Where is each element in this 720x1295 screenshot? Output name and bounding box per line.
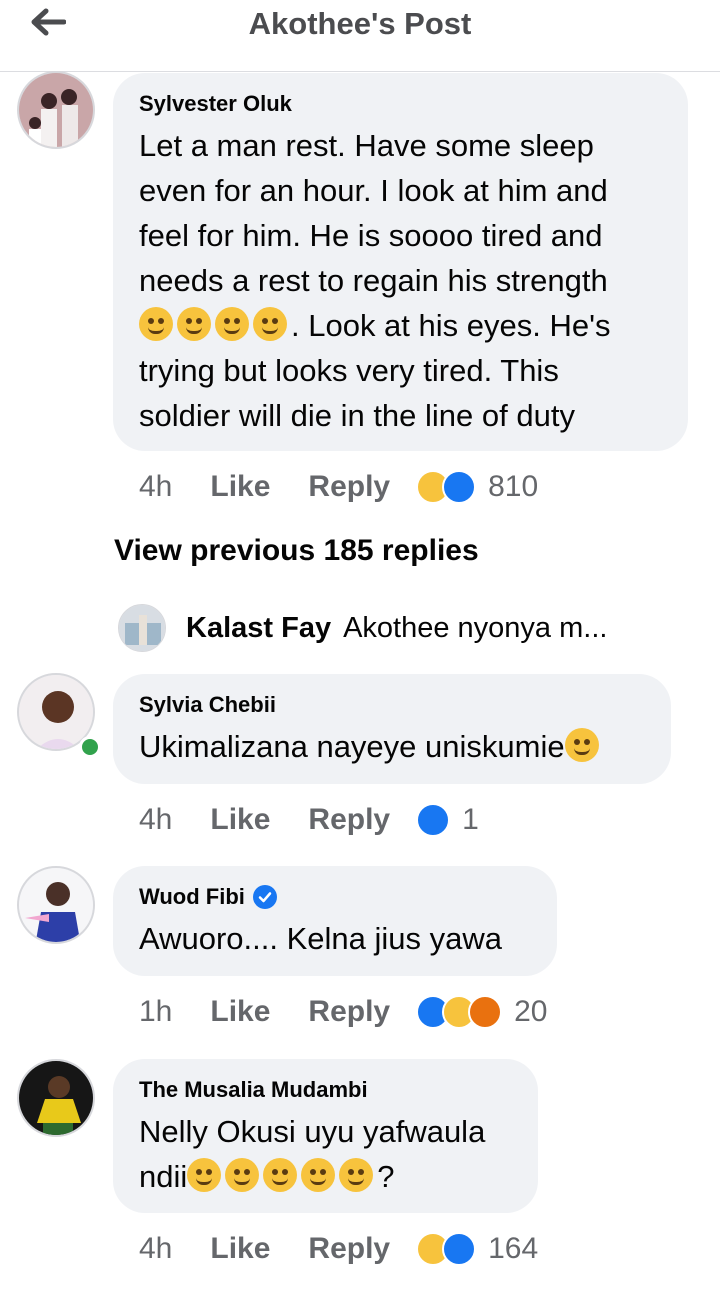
like-reaction-icon [442, 1232, 477, 1266]
comment-line-text: ? [377, 1159, 395, 1194]
reaction-summary[interactable]: 1 [416, 803, 479, 837]
comment-bubble: Wuod Fibi Awuoro.... Kelna jius yawa [113, 866, 557, 976]
comment-actions: 4h Like Reply 810 [139, 467, 538, 507]
comment-line-text: ndii [139, 1159, 188, 1194]
joy-emoji-icon [339, 1158, 374, 1192]
reaction-summary[interactable]: 810 [416, 470, 538, 504]
comment-text: Let a man rest. Have some sleep even for… [139, 123, 662, 438]
avatar[interactable] [17, 866, 95, 944]
like-reaction-icon [442, 470, 477, 504]
comment-bubble: Sylvester Oluk Let a man rest. Have some… [113, 73, 688, 451]
comment-line: trying but looks very tired. This [139, 353, 559, 388]
comment-author[interactable]: Sylvia Chebii [139, 692, 645, 718]
comment-text: Awuoro.... Kelna jius yawa [139, 921, 503, 956]
comment-bubble: The Musalia Mudambi Nelly Okusi uyu yafw… [113, 1059, 538, 1213]
page-title: Akothee's Post [248, 6, 472, 41]
avatar[interactable] [17, 1059, 95, 1137]
like-button[interactable]: Like [210, 803, 270, 837]
thinking-emoji-icon [187, 1158, 222, 1192]
comment-actions: 4h Like Reply 1 [139, 800, 479, 840]
avatar[interactable] [17, 71, 95, 149]
reaction-count: 164 [488, 1232, 539, 1265]
reply-author: Kalast Fay [186, 611, 332, 644]
reply-text: Akothee nyonya m... [343, 611, 608, 644]
comment-text: Ukimalizana nayeye uniskumie [139, 724, 645, 769]
reaction-summary[interactable]: 20 [416, 995, 547, 1029]
comment-line: needs a rest to regain his strength [139, 263, 608, 298]
comment-author[interactable]: The Musalia Mudambi [139, 1077, 512, 1103]
reaction-count: 20 [514, 995, 548, 1028]
comment-time: 4h [139, 803, 173, 836]
comment-line-text: Ukimalizana nayeye uniskumie [139, 729, 565, 764]
reply-button[interactable]: Reply [308, 1232, 390, 1266]
comment-text: Nelly Okusi uyu yafwaula ndii? [139, 1109, 512, 1199]
comment-line-text: . Look at his eyes. He's [291, 308, 611, 343]
angry-reaction-icon [468, 995, 503, 1029]
author-name: Wuod Fibi [139, 884, 245, 909]
comment-author[interactable]: Sylvester Oluk [139, 91, 662, 117]
thinking-emoji-icon [225, 1158, 260, 1192]
like-button[interactable]: Like [210, 1232, 270, 1266]
top-bar: Akothee's Post [0, 0, 720, 72]
verified-badge-icon [252, 885, 277, 909]
sweat-smile-emoji-icon [564, 728, 599, 762]
comment-line: . Look at his eyes. He's [139, 303, 662, 348]
comment-line: Nelly Okusi uyu yafwaula [139, 1114, 486, 1149]
comment-time: 1h [139, 995, 173, 1028]
comment-actions: 1h Like Reply 20 [139, 992, 547, 1032]
like-button[interactable]: Like [210, 995, 270, 1029]
thinking-emoji-icon [263, 1158, 298, 1192]
joy-emoji-icon [301, 1158, 336, 1192]
reaction-count: 810 [488, 470, 539, 503]
like-button[interactable]: Like [210, 470, 270, 504]
like-reaction-icon [416, 803, 451, 837]
comment-author[interactable]: Wuod Fibi [139, 884, 531, 910]
reaction-count: 1 [462, 803, 479, 836]
comment-time: 4h [139, 470, 173, 503]
thinking-emoji-icon [139, 307, 173, 341]
comment-line: Let a man rest. Have some sleep [139, 128, 594, 163]
reaction-summary[interactable]: 164 [416, 1232, 538, 1266]
comment-actions: 4h Like Reply 164 [139, 1229, 538, 1269]
thinking-emoji-icon [215, 307, 249, 341]
comment-time: 4h [139, 1232, 173, 1265]
thinking-emoji-icon [253, 307, 287, 341]
comment-line: feel for him. He is soooo tired and [139, 218, 603, 253]
reply-button[interactable]: Reply [308, 803, 390, 837]
view-previous-replies-link[interactable]: View previous 185 replies [114, 534, 479, 568]
comment-line: ndii? [139, 1154, 512, 1199]
avatar [118, 604, 166, 652]
reply-button[interactable]: Reply [308, 470, 390, 504]
online-status-indicator [79, 736, 101, 758]
reply-preview[interactable]: Kalast Fay Akothee nyonya m... [118, 602, 607, 654]
comment-line: soldier will die in the line of duty [139, 398, 575, 433]
comment-line: even for an hour. I look at him and [139, 173, 608, 208]
comment-bubble: Sylvia Chebii Ukimalizana nayeye uniskum… [113, 674, 671, 784]
thinking-emoji-icon [177, 307, 211, 341]
reply-button[interactable]: Reply [308, 995, 390, 1029]
